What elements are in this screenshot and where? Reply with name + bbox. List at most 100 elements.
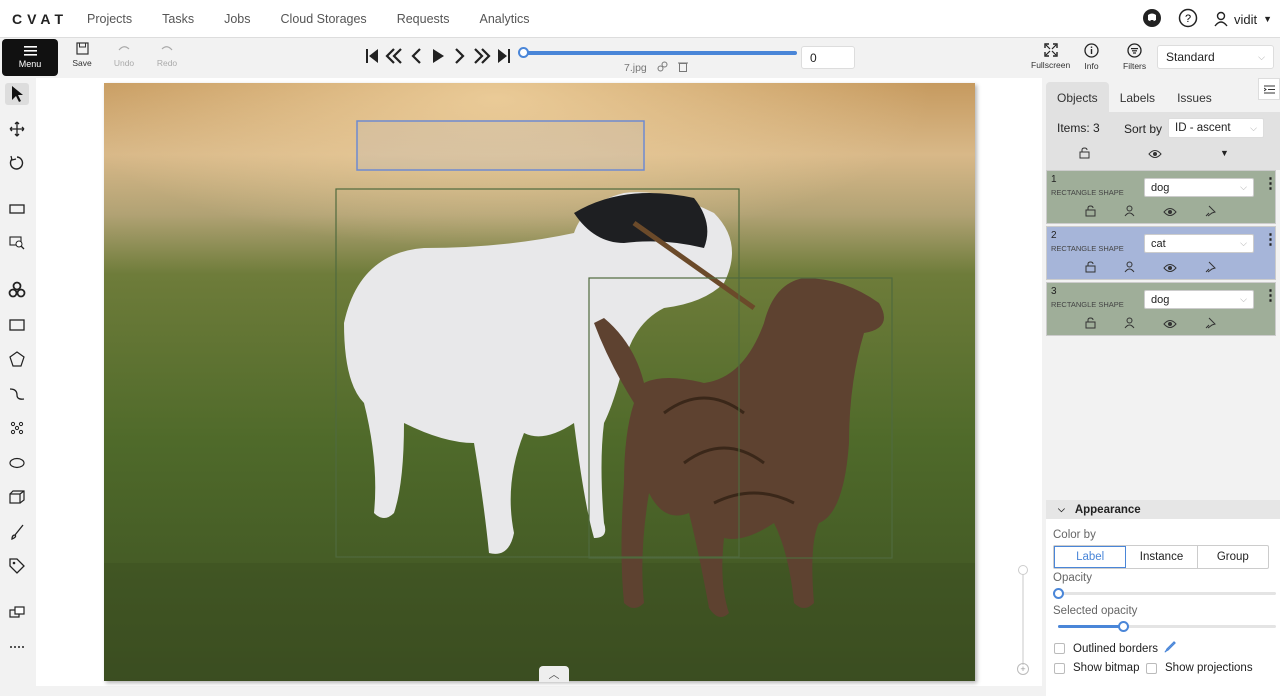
frame-slider[interactable] <box>518 47 797 58</box>
selected-opacity-slider[interactable] <box>1058 621 1276 632</box>
previous-frame-icon[interactable] <box>406 46 426 66</box>
redo-button[interactable]: Redo <box>147 42 187 68</box>
show-bitmap-checkbox[interactable]: Show bitmap <box>1054 662 1139 674</box>
eye-icon[interactable] <box>1163 317 1177 332</box>
more-options-icon[interactable]: ⋮ <box>1263 176 1278 191</box>
color-by-instance-option[interactable]: Instance <box>1126 546 1198 568</box>
outlined-borders-checkbox[interactable]: Outlined borders <box>1054 641 1176 656</box>
tab-labels[interactable]: Labels <box>1109 82 1166 112</box>
play-icon[interactable] <box>428 46 448 66</box>
sort-select[interactable]: ID - ascent ⌵ <box>1168 118 1264 138</box>
fast-forward-icon[interactable] <box>472 46 492 66</box>
lock-all-icon[interactable] <box>1079 147 1090 162</box>
occluded-icon[interactable] <box>1124 205 1135 220</box>
frame-image[interactable] <box>104 83 975 681</box>
tab-objects[interactable]: Objects <box>1046 82 1109 112</box>
expand-handle[interactable]: ︿ <box>539 666 569 682</box>
object-label-select[interactable]: cat ⌵ <box>1144 234 1254 253</box>
collapse-sidebar-icon[interactable] <box>1258 78 1280 100</box>
object-item-2[interactable]: 2 RECTANGLE SHAPE cat ⌵ ⋮ <box>1046 226 1278 280</box>
filters-button[interactable]: Filters <box>1123 43 1146 71</box>
cvat-logo[interactable]: CVAT <box>12 11 82 27</box>
user-menu[interactable]: vidit ▼ <box>1214 11 1272 27</box>
more-options-icon[interactable]: ⋮ <box>1263 288 1278 303</box>
more-options-icon[interactable]: ⋮ <box>1263 232 1278 247</box>
zoom-slider[interactable]: + <box>1016 560 1030 680</box>
appearance-header[interactable]: ⌵ Appearance <box>1046 500 1280 519</box>
points-tool-icon[interactable] <box>5 417 29 439</box>
bbox-object-2[interactable] <box>356 120 645 171</box>
more-tools-icon[interactable] <box>5 636 29 658</box>
save-button[interactable]: Save <box>62 42 102 68</box>
nav-projects[interactable]: Projects <box>87 12 132 26</box>
object-item-1[interactable]: 1 RECTANGLE SHAPE dog ⌵ ⋮ <box>1046 170 1278 224</box>
brush-tool-icon[interactable] <box>5 521 29 543</box>
nav-analytics[interactable]: Analytics <box>480 12 530 26</box>
eye-icon[interactable] <box>1163 261 1177 276</box>
github-icon[interactable] <box>1142 8 1162 31</box>
color-by-label-option[interactable]: Label <box>1054 546 1127 568</box>
color-picker-icon[interactable] <box>1164 641 1176 656</box>
magic-tool-icon[interactable] <box>5 279 29 301</box>
nav-jobs[interactable]: Jobs <box>224 12 250 26</box>
object-item-3[interactable]: 3 RECTANGLE SHAPE dog ⌵ ⋮ <box>1046 282 1278 336</box>
nav-cloud-storages[interactable]: Cloud Storages <box>281 12 367 26</box>
last-frame-icon[interactable] <box>494 46 514 66</box>
info-button[interactable]: Info <box>1084 43 1099 71</box>
expand-all-icon[interactable]: ▼ <box>1220 148 1229 158</box>
rectangle-tool-icon[interactable] <box>5 314 29 336</box>
cursor-tool-icon[interactable] <box>5 83 29 105</box>
frame-number-input[interactable]: 0 <box>801 46 855 69</box>
cuboid-tool-icon[interactable] <box>5 486 29 508</box>
lock-icon[interactable] <box>1085 317 1096 332</box>
undo-button[interactable]: Undo <box>104 42 144 68</box>
object-label-select[interactable]: dog ⌵ <box>1144 290 1254 309</box>
selected-opacity-handle[interactable] <box>1118 621 1130 632</box>
pin-icon[interactable] <box>1205 205 1216 220</box>
lock-icon[interactable] <box>1085 205 1096 220</box>
checkbox[interactable] <box>1054 643 1065 654</box>
zoom-handle[interactable] <box>1018 565 1028 575</box>
fit-image-icon[interactable] <box>5 198 29 220</box>
first-frame-icon[interactable] <box>362 46 382 66</box>
checkbox[interactable] <box>1054 662 1065 674</box>
merge-shapes-icon[interactable] <box>5 601 29 623</box>
show-projections-checkbox[interactable]: Show projections <box>1146 662 1253 674</box>
menu-button[interactable]: Menu <box>2 39 58 76</box>
link-icon[interactable] <box>657 61 668 75</box>
pin-icon[interactable] <box>1205 261 1216 276</box>
pin-icon[interactable] <box>1205 317 1216 332</box>
frame-slider-handle[interactable] <box>518 47 529 58</box>
delete-frame-icon[interactable] <box>677 61 688 75</box>
zoom-in-icon[interactable]: + <box>1017 663 1029 675</box>
rotate-icon[interactable] <box>5 152 29 174</box>
object-id: 1 <box>1051 174 1057 185</box>
undo-label: Undo <box>113 58 135 68</box>
tab-issues[interactable]: Issues <box>1166 82 1223 112</box>
occluded-icon[interactable] <box>1124 261 1135 276</box>
polygon-tool-icon[interactable] <box>5 348 29 370</box>
nav-tasks[interactable]: Tasks <box>162 12 194 26</box>
nav-requests[interactable]: Requests <box>397 12 450 26</box>
move-tool-icon[interactable] <box>5 118 29 140</box>
filters-label: Filters <box>1123 61 1147 71</box>
fast-back-icon[interactable] <box>384 46 404 66</box>
tag-tool-icon[interactable] <box>5 555 29 577</box>
help-icon[interactable]: ? <box>1178 8 1198 31</box>
annotation-canvas[interactable]: ︿ <box>36 78 1042 686</box>
color-by-group-option[interactable]: Group <box>1198 546 1268 568</box>
workspace-select[interactable]: Standard ⌵ <box>1157 45 1274 69</box>
eye-icon[interactable] <box>1163 205 1177 220</box>
opacity-handle[interactable] <box>1053 588 1064 599</box>
checkbox[interactable] <box>1146 662 1157 674</box>
opacity-slider[interactable] <box>1053 588 1276 599</box>
fullscreen-button[interactable]: Fullscreen <box>1031 43 1070 70</box>
polyline-tool-icon[interactable] <box>5 383 29 405</box>
zoom-region-icon[interactable] <box>5 232 29 254</box>
object-label-select[interactable]: dog ⌵ <box>1144 178 1254 197</box>
ellipse-tool-icon[interactable] <box>5 452 29 474</box>
occluded-icon[interactable] <box>1124 317 1135 332</box>
next-frame-icon[interactable] <box>450 46 470 66</box>
lock-icon[interactable] <box>1085 261 1096 276</box>
eye-all-icon[interactable] <box>1148 148 1162 162</box>
